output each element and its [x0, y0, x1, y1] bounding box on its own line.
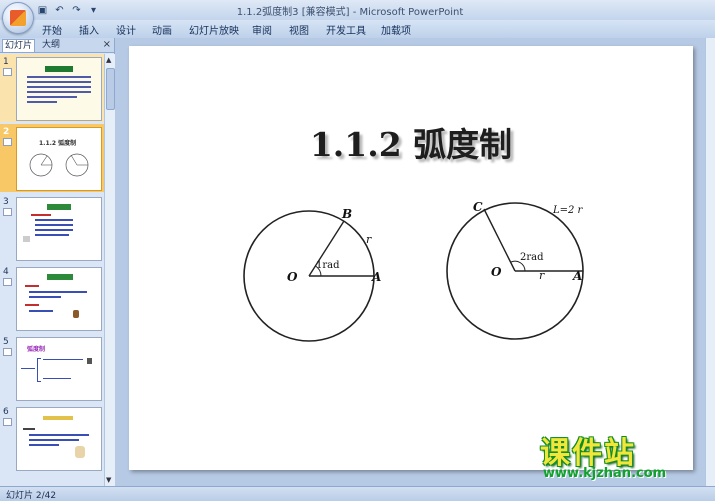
title-bar: ▣ ↶ ↷ ▾ 1.1.2弧度制3 [兼容模式] - Microsoft Pow…	[0, 0, 715, 34]
right-arc-label: L=2 r	[552, 205, 584, 216]
status-bar: 幻灯片 2/42	[0, 486, 715, 501]
right-label-c: C	[473, 200, 483, 214]
slide-counter: 幻灯片 2/42	[6, 491, 57, 501]
tab-slideshow[interactable]: 幻灯片放映	[189, 22, 239, 37]
save-icon[interactable]: ▣	[36, 4, 49, 17]
thumbnail-scrollbar[interactable]: ▲ ▼	[104, 54, 115, 486]
undo-icon[interactable]: ↶	[53, 4, 66, 17]
left-label-a: A	[371, 270, 381, 284]
current-slide[interactable]: 1.1.2 弧度制 O A B r 1rad O A C r L=2 r 2ra…	[129, 46, 693, 470]
slide-editor: 1.1.2 弧度制 O A B r 1rad O A C r L=2 r 2ra…	[115, 38, 715, 486]
slide-preview	[16, 197, 102, 261]
tab-slides[interactable]: 幻灯片	[2, 39, 36, 52]
panel-tabs: 幻灯片 大纲 ×	[0, 38, 114, 53]
slide-animation-icon	[3, 208, 12, 216]
right-label-o: O	[491, 265, 502, 279]
office-button[interactable]	[2, 2, 34, 34]
left-angle-label: 1rad	[316, 260, 340, 271]
customize-dropdown-icon[interactable]: ▾	[87, 4, 100, 17]
ribbon-tabs: 开始 插入 设计 动画 幻灯片放映 审阅 视图 开发工具 加载项	[0, 20, 715, 39]
slide-thumbnail-1[interactable]: 1	[0, 54, 104, 122]
slide-animation-icon	[3, 348, 12, 356]
slide-animation-icon	[3, 418, 12, 426]
tab-view[interactable]: 视图	[289, 22, 309, 37]
slide-preview: 弧度制	[16, 337, 102, 401]
slide-animation-icon	[3, 138, 12, 146]
slide-thumbnail-2[interactable]: 2 1.1.2 弧度制	[0, 124, 104, 192]
slide-number: 3	[3, 197, 9, 207]
left-label-o: O	[287, 270, 298, 284]
window-title: 1.1.2弧度制3 [兼容模式] - Microsoft PowerPoint	[236, 7, 464, 18]
tab-animation[interactable]: 动画	[152, 22, 172, 37]
tab-review[interactable]: 审阅	[252, 22, 272, 37]
left-label-b: B	[341, 207, 352, 221]
slide-thumbnail-4[interactable]: 4	[0, 264, 104, 332]
slide-number: 2	[3, 127, 10, 137]
slide-number: 6	[3, 407, 9, 417]
close-panel-icon[interactable]: ×	[103, 39, 111, 50]
left-label-r: r	[366, 233, 372, 246]
slide-number: 1	[3, 57, 9, 67]
left-circle-figure: O A B r 1rad	[243, 207, 381, 342]
tab-outline[interactable]: 大纲	[40, 39, 62, 51]
right-angle-label: 2rad	[520, 252, 544, 263]
slide-preview: 1.1.2 弧度制	[16, 127, 102, 191]
thumb-label: 弧度制	[27, 346, 46, 353]
watermark-url: www.kjzhan.com	[543, 466, 667, 481]
slide-preview	[16, 407, 102, 471]
office-logo-icon	[10, 10, 26, 26]
slide-thumbnail-list: 1 2 1.1.2 弧度制 3 4 5 弧度制 6	[0, 54, 104, 486]
slide-number: 5	[3, 337, 9, 347]
tab-developer[interactable]: 开发工具	[326, 22, 366, 37]
quick-access-toolbar: ▣ ↶ ↷ ▾	[36, 3, 100, 17]
slide-thumbnail-5[interactable]: 5 弧度制	[0, 334, 104, 402]
slide-animation-icon	[3, 68, 12, 76]
redo-icon[interactable]: ↷	[70, 4, 83, 17]
slide-scrollbar[interactable]	[705, 38, 715, 486]
slide-thumbnail-3[interactable]: 3	[0, 194, 104, 262]
slide-animation-icon	[3, 278, 12, 286]
radian-diagram: O A B r 1rad O A C r L=2 r 2rad	[243, 200, 584, 342]
right-circle-figure: O A C r L=2 r 2rad	[446, 200, 584, 340]
right-label-a: A	[572, 269, 582, 283]
slide-panel: 幻灯片 大纲 × 1 2 1.1.2 弧度制 3 4 5 弧度制 6 ▲ ▼	[0, 38, 115, 486]
slide-number: 4	[3, 267, 9, 277]
right-radius-oc	[483, 208, 516, 272]
tab-home[interactable]: 开始	[42, 22, 62, 37]
scroll-down-icon[interactable]: ▼	[106, 476, 111, 484]
right-label-r: r	[539, 269, 545, 282]
thumb-circles	[29, 153, 89, 177]
tab-addins[interactable]: 加载项	[381, 22, 411, 37]
tab-design[interactable]: 设计	[116, 22, 136, 37]
slide-thumbnail-6[interactable]: 6	[0, 404, 104, 472]
scrollbar-thumb[interactable]	[106, 68, 115, 110]
slide-preview	[16, 267, 102, 331]
slide-preview	[16, 57, 102, 121]
scroll-up-icon[interactable]: ▲	[106, 56, 111, 64]
tab-insert[interactable]: 插入	[79, 22, 99, 37]
